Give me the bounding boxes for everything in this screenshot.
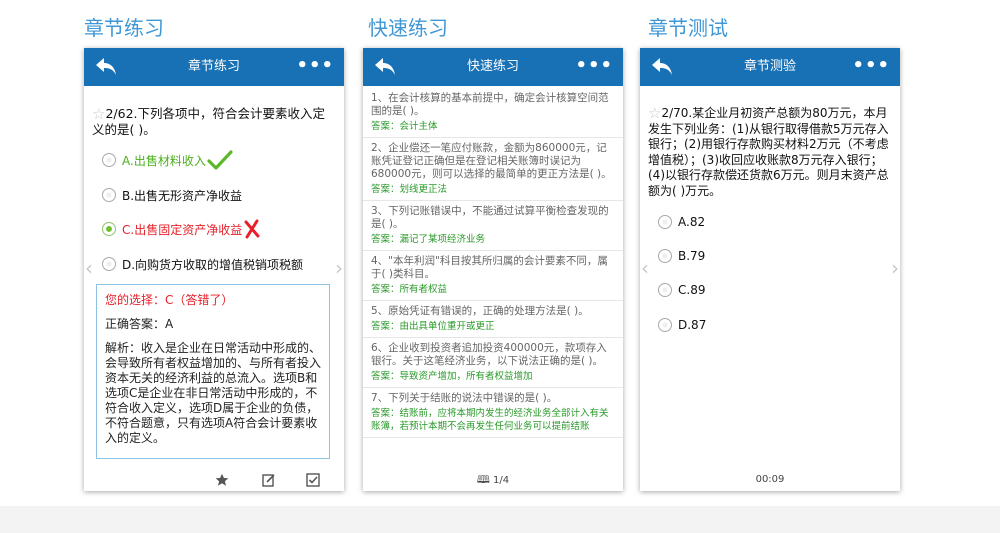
phone-chapter-test: 章节测验 ••• ☆2/70.某企业月初资产总额为80万元，本月发生下列业务：(… [640, 48, 900, 491]
checkbox-icon[interactable] [306, 473, 320, 487]
list-item[interactable]: 2、企业偿还一笔应付账款，金额为860000元，记账凭证登记正确但是在登记相关账… [363, 138, 623, 201]
check-mark-icon [207, 150, 233, 170]
list-item[interactable]: 4、"本年利润"科目按其所归属的会计要素不同，属于( )类科目。 答案：所有者权… [363, 251, 623, 301]
question-text: 2/70.某企业月初资产总额为80万元，本月发生下列业务：(1)从银行取得借款5… [648, 106, 889, 198]
more-menu-icon[interactable]: ••• [296, 48, 334, 84]
option-label: B.79 [678, 249, 706, 263]
option-label: A.82 [678, 215, 706, 229]
bottom-toolbar [84, 469, 344, 491]
radio-selected-icon[interactable] [102, 222, 116, 236]
option-b[interactable]: B.出售无形资产净收益 [102, 185, 242, 205]
option-label: C.出售固定资产净收益 [122, 222, 243, 237]
radio-icon[interactable] [102, 188, 116, 202]
app-header: 章节测验 ••• [640, 48, 900, 86]
your-choice-text: 您的选择：C（答错了） [105, 293, 234, 307]
favorite-star-icon[interactable]: ☆ [92, 106, 105, 122]
favorite-star-icon[interactable]: ☆ [648, 105, 661, 122]
more-menu-icon[interactable]: ••• [575, 48, 613, 84]
analysis-text: 解析：收入是企业在日常活动中形成的、会导致所有者权益增加的、与所有者投入资本无关… [105, 341, 322, 445]
radio-icon[interactable] [658, 318, 672, 332]
option-a[interactable]: A.出售材料收入 [102, 150, 233, 170]
list-item[interactable]: 3、下列记账错误中，不能通过试算平衡检查发现的是( )。 答案：漏记了某项经济业… [363, 201, 623, 251]
option-label: B.出售无形资产净收益 [122, 188, 243, 203]
list-item[interactable]: 5、原始凭证有错误的，正确的处理方法是( )。 答案：由出具单位重开或更正 [363, 301, 623, 338]
radio-icon[interactable] [658, 283, 672, 297]
star-icon[interactable] [215, 473, 229, 487]
option-label: D.87 [678, 318, 707, 332]
option-a[interactable]: A.82 [658, 212, 705, 232]
page-indicator: 1/4 [493, 475, 510, 486]
radio-icon[interactable] [658, 249, 672, 263]
cross-mark-icon [244, 219, 260, 239]
option-label: A.出售材料收入 [122, 153, 206, 168]
question-block: ☆2/62.下列各项中，符合会计要素收入定义的是( )。 [92, 106, 332, 138]
section-title-chapter-practice: 章节练习 [84, 16, 164, 40]
option-label: D.向购货方收取的增值税销项税额 [122, 257, 304, 272]
app-header: 章节练习 ••• [84, 48, 344, 86]
prev-arrow-icon[interactable]: ‹ [85, 256, 93, 280]
phone-chapter-practice: 章节练习 ••• ☆2/62.下列各项中，符合会计要素收入定义的是( )。 A.… [84, 48, 344, 491]
prev-arrow-icon[interactable]: ‹ [641, 256, 649, 280]
app-header: 快速练习 ••• [363, 48, 623, 86]
answer-analysis-box: 您的选择：C（答错了） 正确答案：A 解析：收入是企业在日常活动中形成的、会导致… [96, 284, 330, 459]
question-list[interactable]: 1、在会计核算的基本前提中，确定会计核算空间范围的是( )。 答案：会计主体 2… [363, 88, 623, 470]
list-item[interactable]: 1、在会计核算的基本前提中，确定会计核算空间范围的是( )。 答案：会计主体 [363, 88, 623, 138]
section-title-quick-practice: 快速练习 [368, 16, 448, 40]
option-c[interactable]: C.出售固定资产净收益 [102, 219, 261, 239]
radio-icon[interactable] [658, 215, 672, 229]
option-d[interactable]: D.87 [658, 315, 706, 335]
list-item[interactable]: 6、企业收到投资者追加投资400000元，款项存入银行。关于这笔经济业务，以下说… [363, 338, 623, 388]
more-menu-icon[interactable]: ••• [852, 48, 890, 84]
option-d[interactable]: D.向购货方收取的增值税销项税额 [102, 254, 303, 274]
radio-icon[interactable] [102, 257, 116, 271]
timer: 00:09 [755, 474, 785, 485]
next-arrow-icon[interactable]: › [335, 256, 343, 280]
list-item[interactable]: 7、下列关于结账的说法中错误的是( )。 答案：结账前，应将本期内发生的经济业务… [363, 388, 623, 438]
phone-quick-practice: 快速练习 ••• 1、在会计核算的基本前提中，确定会计核算空间范围的是( )。 … [363, 48, 623, 491]
option-label: C.89 [678, 283, 706, 297]
next-arrow-icon[interactable]: › [891, 256, 899, 280]
question-text: 2/62.下列各项中，符合会计要素收入定义的是( )。 [92, 106, 325, 137]
correct-answer-text: 正确答案：A [105, 317, 174, 331]
pager: 🕮 1/4 [363, 469, 623, 491]
radio-icon[interactable] [102, 153, 116, 167]
section-title-chapter-test: 章节测试 [648, 16, 728, 40]
footer-band [0, 506, 1000, 533]
option-c[interactable]: C.89 [658, 280, 705, 300]
question-block: ☆2/70.某企业月初资产总额为80万元，本月发生下列业务：(1)从银行取得借款… [648, 105, 890, 199]
book-icon[interactable]: 🕮 [477, 473, 490, 486]
option-b[interactable]: B.79 [658, 246, 705, 266]
edit-note-icon[interactable] [262, 473, 276, 487]
